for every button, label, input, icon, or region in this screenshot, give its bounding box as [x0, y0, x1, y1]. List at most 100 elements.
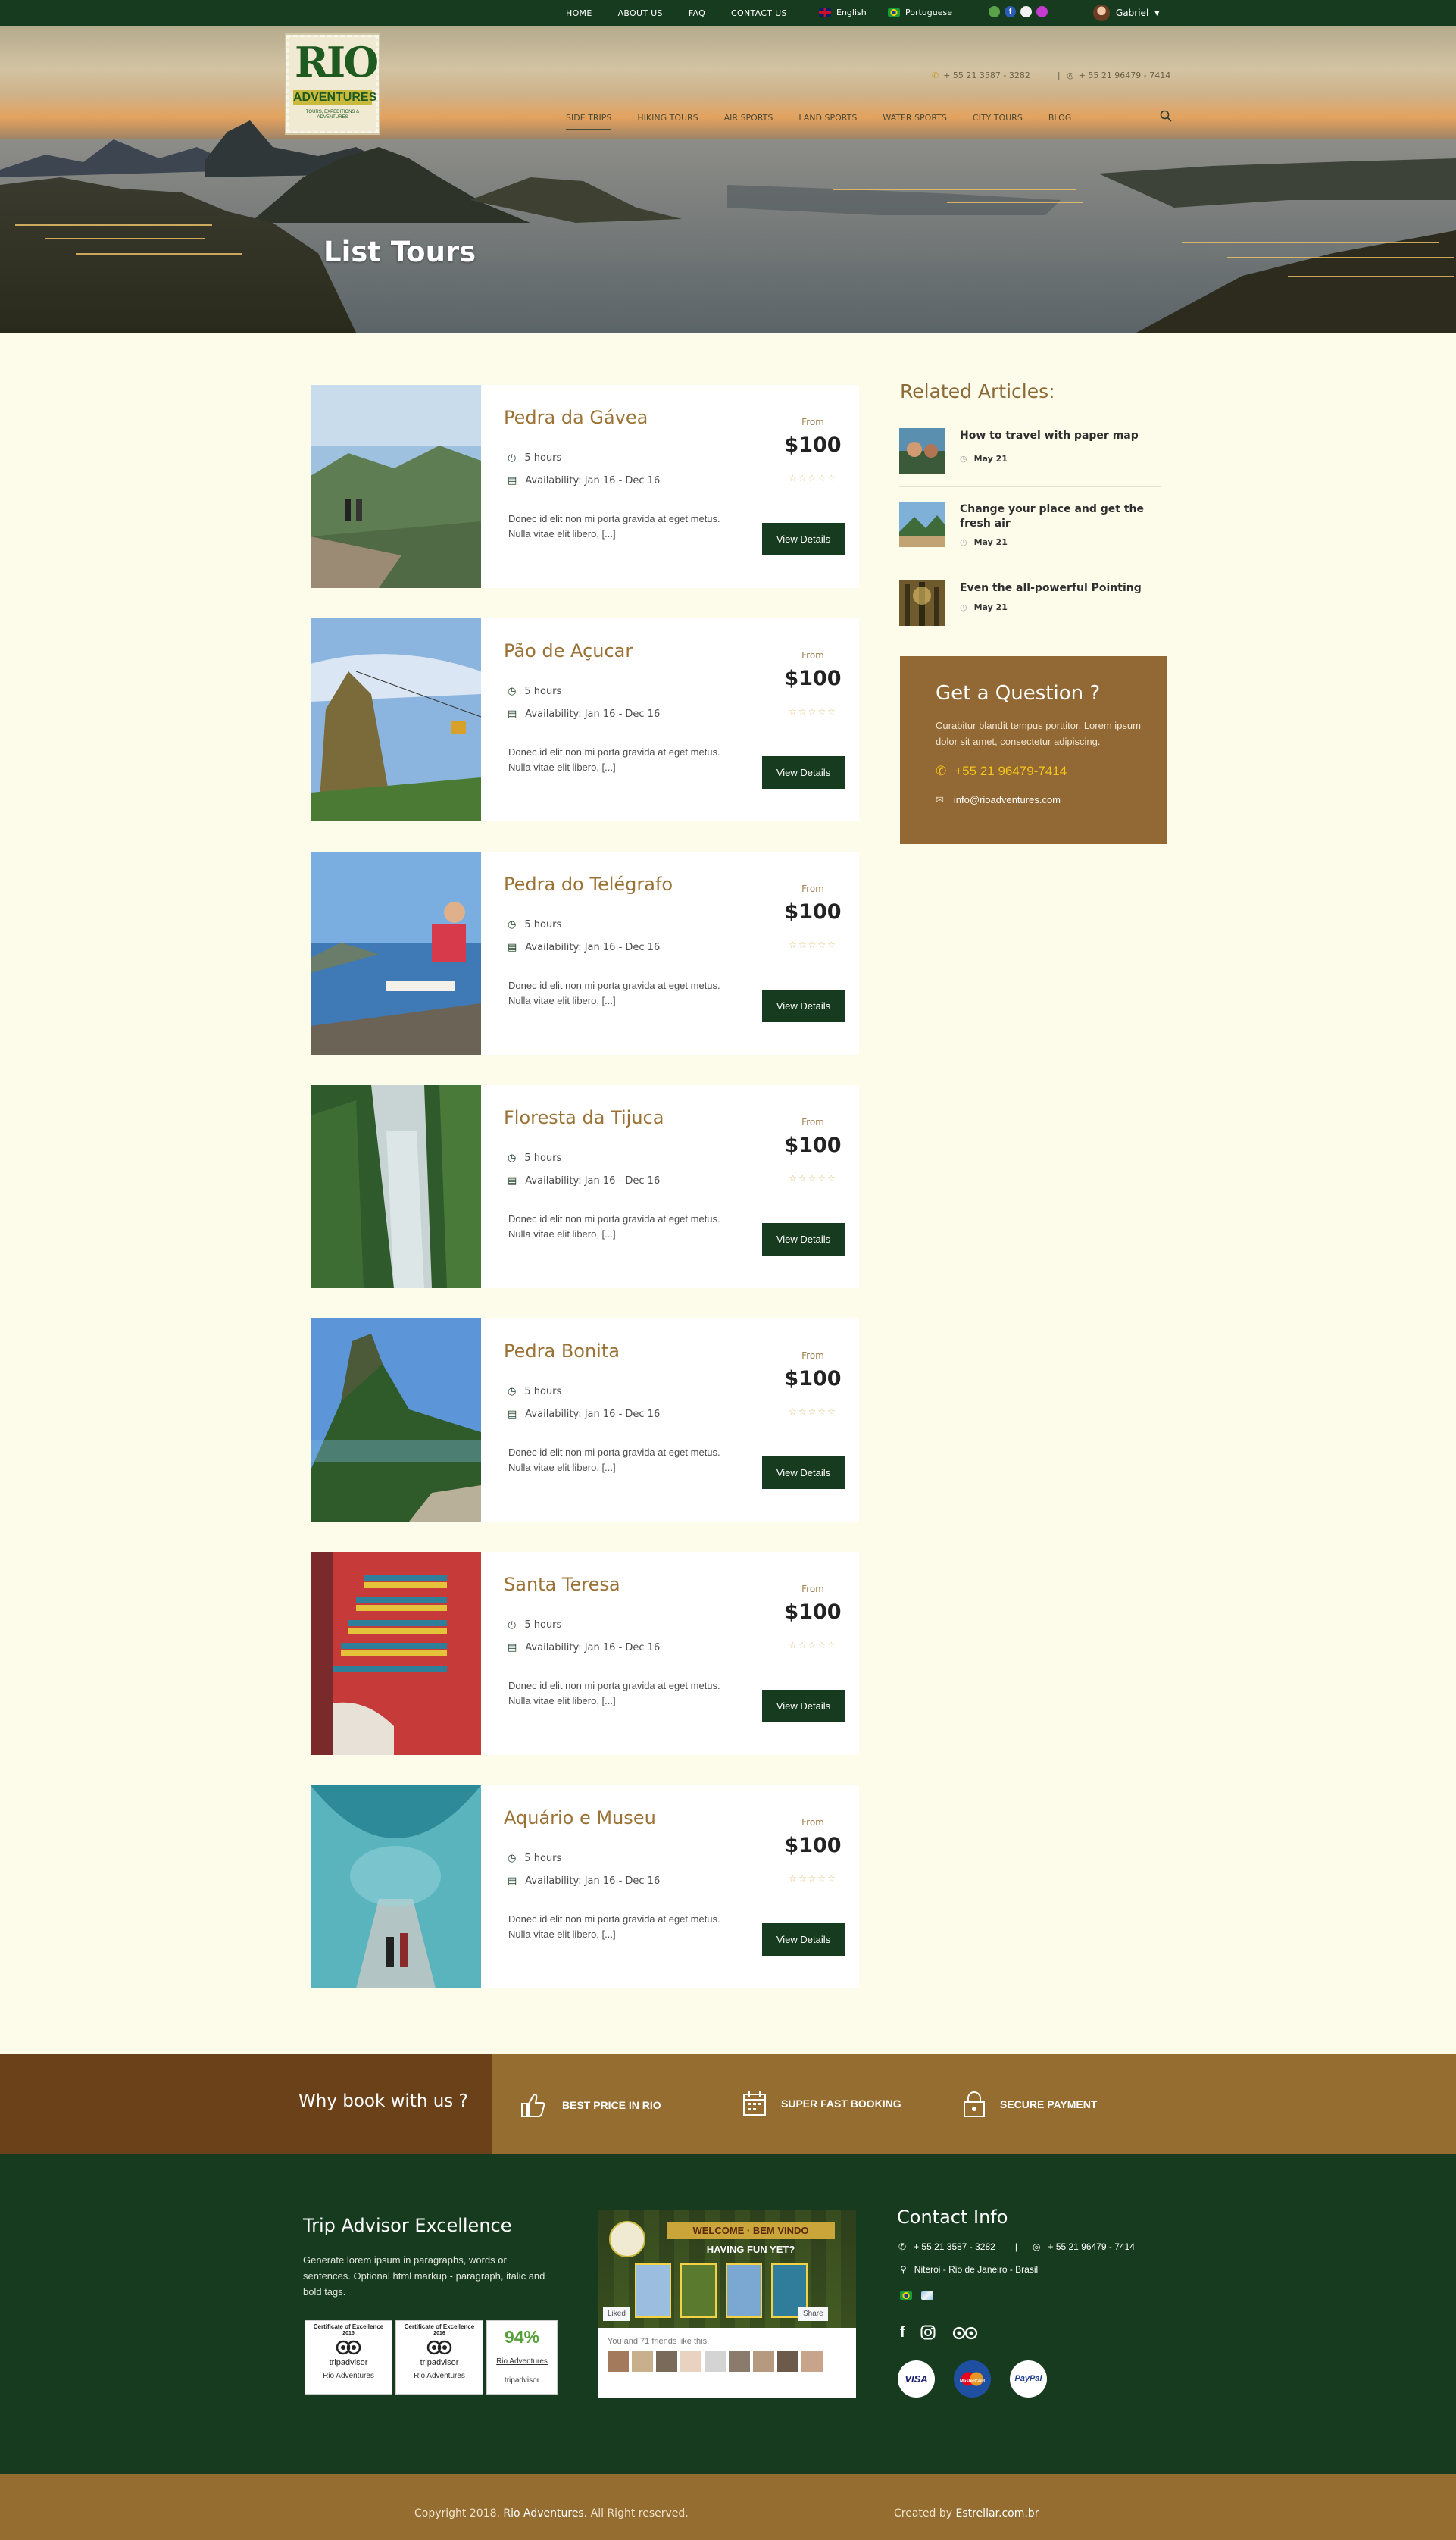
nav-air-sports[interactable]: AIR SPORTS: [724, 113, 773, 130]
tour-title[interactable]: Pão de Açucar: [504, 642, 633, 660]
tour-image[interactable]: [311, 1318, 481, 1522]
question-email[interactable]: ✉ info@rioadventures.com: [936, 795, 1061, 805]
price-from-label: From: [801, 1584, 824, 1594]
article-item[interactable]: Change your place and get the fresh air …: [899, 502, 1161, 568]
logo-tagline: TOURS, EXPEDITIONS & ADVENTURES: [305, 110, 360, 120]
star-icon: ☆: [808, 1873, 818, 1884]
user-menu[interactable]: Gabriel ▼: [1093, 5, 1159, 21]
rio-adventures-link[interactable]: Rio Adventures: [396, 2372, 483, 2380]
tour-availability: ▤ Availability: Jan 16 - Dec 16: [508, 1642, 661, 1653]
tour-image[interactable]: [311, 852, 481, 1055]
star-icon: ☆: [798, 473, 808, 483]
lang-portuguese[interactable]: Portuguese: [888, 8, 952, 17]
question-title: Get a Question ?: [936, 682, 1101, 705]
tripadvisor-icon[interactable]: [989, 6, 1000, 17]
tour-availability: ▤ Availability: Jan 16 - Dec 16: [508, 475, 661, 486]
tour-title[interactable]: Santa Teresa: [504, 1575, 620, 1594]
search-icon[interactable]: [1160, 110, 1172, 122]
certificate-badge[interactable]: Certificate of Excellence 2015 tripadvis…: [305, 2320, 392, 2395]
nav-faq-link[interactable]: FAQ: [689, 8, 705, 18]
nav-home-link[interactable]: HOME: [566, 8, 592, 18]
tour-title[interactable]: Pedra da Gávea: [504, 408, 648, 427]
clock-icon: ◷: [508, 452, 517, 464]
article-thumbnail[interactable]: [899, 502, 945, 547]
article-item[interactable]: How to travel with paper map ◷ May 21: [899, 428, 1161, 487]
article-title[interactable]: How to travel with paper map: [960, 429, 1158, 443]
whatsapp-icon: ◎: [1033, 2241, 1041, 2252]
facebook-widget[interactable]: WELCOME · BEM VINDO HAVING FUN YET? Like…: [598, 2210, 856, 2398]
nav-hiking-tours[interactable]: HIKING TOURS: [637, 113, 698, 130]
rio-flag-icon[interactable]: [921, 2291, 933, 2300]
star-icon: ☆: [827, 1873, 837, 1884]
nav-city-tours[interactable]: CITY TOURS: [973, 113, 1023, 130]
tour-duration: ◷ 5 hours: [508, 1153, 562, 1164]
tour-image[interactable]: [311, 1785, 481, 1988]
tour-card: Aquário e Museu ◷ 5 hours ▤ Availability: Ja…: [311, 1785, 859, 1988]
tour-duration: ◷ 5 hours: [508, 452, 562, 464]
site-logo[interactable]: RIO ADVENTURES TOURS, EXPEDITIONS & ADVE…: [286, 35, 379, 133]
tour-title[interactable]: Pedra do Telégrafo: [504, 875, 673, 893]
facebook-cover-image: WELCOME · BEM VINDO HAVING FUN YET? Like…: [598, 2210, 856, 2328]
paypal-icon: PayPal: [1010, 2360, 1047, 2398]
facebook-icon[interactable]: f: [1005, 6, 1016, 17]
nav-about-link[interactable]: ABOUT US: [618, 8, 663, 18]
brand-link[interactable]: Rio Adventures.: [503, 2507, 587, 2520]
brazil-flag-icon: [888, 8, 900, 17]
view-details-button[interactable]: View Details: [762, 1690, 845, 1722]
created-by-text: Created by Estrellar.com.br: [894, 2507, 1039, 2520]
tripadvisor-icon[interactable]: [951, 2325, 980, 2340]
star-icon: ☆: [798, 1640, 808, 1650]
instagram-icon[interactable]: [920, 2325, 936, 2340]
nav-blog[interactable]: BLOG: [1048, 113, 1071, 130]
tour-image[interactable]: [311, 618, 481, 821]
footer-address: ⚲ Niteroi - Rio de Janeiro - Brasil: [900, 2264, 1039, 2275]
instagram-icon[interactable]: [1036, 6, 1048, 17]
rating-percent: 94%: [504, 2327, 540, 2347]
article-item[interactable]: Even the all-powerful Pointing ◷ May 21: [899, 580, 1161, 640]
view-details-button[interactable]: View Details: [762, 523, 845, 555]
view-details-button[interactable]: View Details: [762, 1223, 845, 1256]
footer-social: f: [900, 2325, 980, 2340]
tour-image[interactable]: [311, 385, 481, 588]
star-icon: ☆: [808, 1406, 818, 1417]
hero-landscape-image: [0, 120, 1456, 333]
certificate-badge[interactable]: Certificate of Excellence 2016 tripadvis…: [395, 2320, 483, 2395]
nav-water-sports[interactable]: WATER SPORTS: [883, 113, 947, 130]
tripadvisor-alt-icon[interactable]: [1020, 6, 1032, 17]
tour-title[interactable]: Aquário e Museu: [504, 1809, 656, 1827]
question-box: Get a Question ? Curabitur blandit tempu…: [900, 656, 1167, 844]
calendar-icon: ▤: [508, 1175, 517, 1187]
fb-liked-button[interactable]: Liked: [603, 2307, 630, 2321]
nav-side-trips[interactable]: SIDE TRIPS: [566, 113, 612, 130]
tour-title[interactable]: Pedra Bonita: [504, 1342, 620, 1360]
facebook-icon[interactable]: f: [900, 2325, 905, 2340]
creator-link[interactable]: Estrellar.com.br: [955, 2507, 1039, 2520]
footer-flags: [900, 2291, 933, 2300]
nav-land-sports[interactable]: LAND SPORTS: [798, 113, 857, 130]
article-title[interactable]: Change your place and get the fresh air: [960, 502, 1158, 531]
thumbs-up-icon: [521, 2093, 545, 2117]
article-thumbnail[interactable]: [899, 580, 945, 626]
rio-adventures-link[interactable]: Rio Adventures: [305, 2372, 392, 2380]
tour-image[interactable]: [311, 1085, 481, 1288]
view-details-button[interactable]: View Details: [762, 756, 845, 789]
question-phone[interactable]: ✆ +55 21 96479-7414: [936, 765, 1067, 777]
tour-duration: ◷ 5 hours: [508, 919, 562, 931]
calendar-icon: ▤: [508, 475, 517, 486]
tour-duration: ◷ 5 hours: [508, 1386, 562, 1397]
brazil-flag-icon[interactable]: [900, 2291, 912, 2300]
tour-title[interactable]: Floresta da Tijuca: [504, 1109, 664, 1127]
rating-badge[interactable]: 94% Rio Adventures tripadvisor: [486, 2320, 558, 2395]
article-title[interactable]: Even the all-powerful Pointing: [960, 581, 1158, 596]
tour-image[interactable]: [311, 1552, 481, 1755]
fb-share-button[interactable]: Share: [798, 2307, 828, 2321]
tour-card: Santa Teresa ◷ 5 hours ▤ Availability: Jan 1…: [311, 1552, 859, 1755]
nav-contact-link[interactable]: CONTACT US: [731, 8, 787, 18]
envelope-icon: ✉: [936, 794, 944, 805]
view-details-button[interactable]: View Details: [762, 1456, 845, 1489]
lang-english[interactable]: English: [819, 8, 867, 17]
view-details-button[interactable]: View Details: [762, 990, 845, 1022]
article-thumbnail[interactable]: [899, 428, 945, 474]
rio-adventures-link[interactable]: Rio Adventures: [487, 2358, 557, 2366]
view-details-button[interactable]: View Details: [762, 1923, 845, 1956]
